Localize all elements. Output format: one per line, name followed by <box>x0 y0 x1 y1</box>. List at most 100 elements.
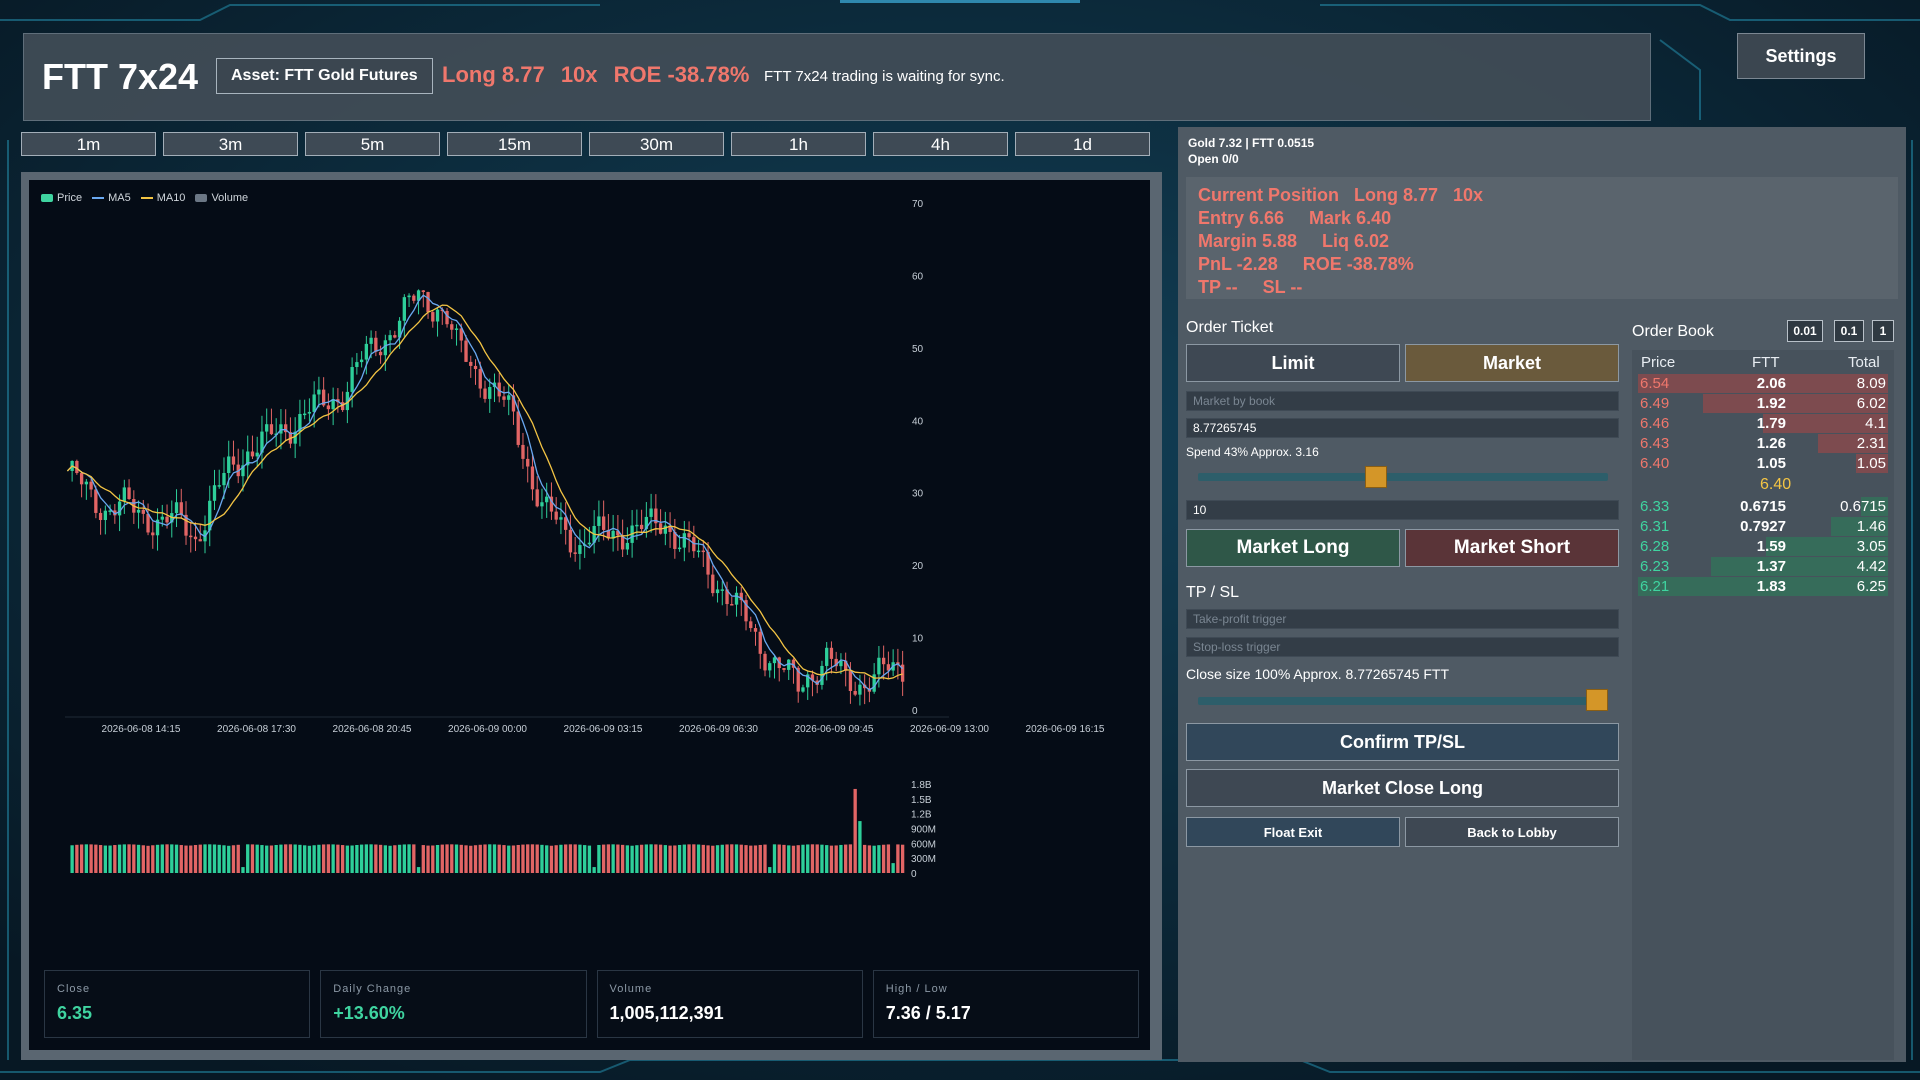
volume-bar <box>317 844 321 873</box>
legend-item-ma10[interactable]: MA10 <box>140 192 185 204</box>
volume-bar <box>165 844 169 873</box>
position-summary: Long 8.77 10x ROE -38.78% <box>442 62 759 88</box>
timeframe-30m-button[interactable]: 30m <box>589 132 724 156</box>
candle-body <box>364 343 369 360</box>
close-size-slider-track[interactable] <box>1198 697 1608 705</box>
legend-swatch <box>140 197 153 199</box>
volume-bar <box>364 844 369 873</box>
volume-bar <box>853 788 857 873</box>
order-book-total: 1.05 <box>1856 455 1886 472</box>
spend-slider-handle[interactable] <box>1364 466 1387 488</box>
order-book-ask-row[interactable]: 6.43 1.26 2.31 <box>1638 434 1888 453</box>
volume-bar <box>787 845 791 873</box>
volume-bar <box>526 844 530 873</box>
asset-selector-button[interactable]: Asset: FTT Gold Futures <box>216 58 433 94</box>
order-book-col-qty: FTT <box>1752 354 1780 371</box>
volume-bar <box>616 844 620 873</box>
volume-bar <box>454 844 459 873</box>
order-book-ask-row[interactable]: 6.54 2.06 8.09 <box>1638 374 1888 393</box>
legend-item-price[interactable]: Price <box>41 192 82 204</box>
legend-item-ma5[interactable]: MA5 <box>92 192 131 204</box>
order-book-price: 6.28 <box>1640 538 1670 555</box>
order-book-ask-row[interactable]: 6.46 1.79 4.1 <box>1638 414 1888 433</box>
leverage-input[interactable]: 10 <box>1186 500 1619 520</box>
legend-item-volume[interactable]: Volume <box>195 192 248 204</box>
quantity-input[interactable]: 8.77265745 <box>1186 418 1619 438</box>
order-book-price: 6.49 <box>1640 395 1670 412</box>
candle-body <box>146 513 150 533</box>
order-book-total: 8.09 <box>1856 375 1886 392</box>
candle-body <box>625 542 630 550</box>
candle-body <box>160 516 164 520</box>
volume-bar <box>132 844 136 873</box>
order-book-bid-row[interactable]: 6.31 0.7927 1.46 <box>1638 517 1888 536</box>
settings-button[interactable]: Settings <box>1737 33 1865 79</box>
order-book-ask-row[interactable]: 6.49 1.92 6.02 <box>1638 394 1888 413</box>
market-short-button[interactable]: Market Short <box>1405 529 1619 567</box>
timeframe-4h-button[interactable]: 4h <box>873 132 1008 156</box>
volume-bar <box>806 844 810 873</box>
candle-body <box>568 529 573 553</box>
candle-body <box>696 550 701 553</box>
timeframe-bar: 1m 3m 5m 15m 30m 1h 4h 1d <box>21 132 1150 156</box>
x-tick-label: 2026-06-09 00:00 <box>448 724 527 735</box>
market-order-tab[interactable]: Market <box>1405 344 1619 382</box>
candle-body <box>250 451 255 457</box>
spend-slider-track[interactable] <box>1198 473 1608 481</box>
tick-step-1-button[interactable]: 1 <box>1872 320 1894 342</box>
volume-bar <box>212 844 217 873</box>
candle-body <box>359 359 364 363</box>
timeframe-5m-button[interactable]: 5m <box>305 132 440 156</box>
timeframe-1h-button[interactable]: 1h <box>731 132 866 156</box>
volume-bar <box>89 844 93 873</box>
timeframe-1m-button[interactable]: 1m <box>21 132 156 156</box>
volume-bar <box>250 844 255 873</box>
timeframe-15m-button[interactable]: 15m <box>447 132 582 156</box>
position-card: Current Position Long 8.77 10x Entry 6.6… <box>1186 177 1898 299</box>
volume-bar <box>791 845 796 873</box>
confirm-tpsl-button[interactable]: Confirm TP/SL <box>1186 723 1619 761</box>
order-book-bid-row[interactable]: 6.33 0.6715 0.6715 <box>1638 497 1888 516</box>
order-book-mid-price: 6.40 <box>1760 476 1792 493</box>
candle-body <box>117 501 122 516</box>
order-book-bid-row[interactable]: 6.21 1.83 6.25 <box>1638 577 1888 596</box>
candle-body <box>127 487 131 500</box>
market-close-long-button[interactable]: Market Close Long <box>1186 769 1619 807</box>
tick-step-0.01-button[interactable]: 0.01 <box>1787 320 1823 342</box>
volume-bar <box>545 845 549 873</box>
order-book-total: 6.25 <box>1856 578 1886 595</box>
close-size-slider-handle[interactable] <box>1586 689 1608 711</box>
volume-bar <box>696 844 701 873</box>
order-book-qty: 1.37 <box>1756 558 1786 575</box>
volume-bar <box>402 844 406 873</box>
order-book-bid-row[interactable]: 6.23 1.37 4.42 <box>1638 557 1888 576</box>
order-book-bid-row[interactable]: 6.28 1.59 3.05 <box>1638 537 1888 556</box>
stop-loss-input[interactable]: Stop-loss trigger <box>1186 637 1619 657</box>
order-book-qty: 1.26 <box>1756 435 1786 452</box>
volume-bar <box>198 844 202 873</box>
volume-bar <box>70 845 74 873</box>
volume-bar <box>601 844 606 873</box>
timeframe-3m-button[interactable]: 3m <box>163 132 298 156</box>
order-book-ask-row[interactable]: 6.40 1.05 1.05 <box>1638 454 1888 473</box>
candle-body <box>521 444 525 459</box>
candle-body <box>763 653 767 671</box>
market-long-button[interactable]: Market Long <box>1186 529 1400 567</box>
take-profit-input[interactable]: Take-profit trigger <box>1186 609 1619 629</box>
candle-body <box>312 394 316 412</box>
price-chart[interactable]: 0 10 20 30 40 50 60 70 2026-06-08 14:15 2026-06-0… <box>29 180 1150 960</box>
volume-bar <box>801 844 805 873</box>
volume-bar <box>388 845 392 873</box>
volume-bar <box>810 844 815 873</box>
tick-step-0.1-button[interactable]: 0.1 <box>1834 320 1864 342</box>
volume-bar <box>431 845 435 873</box>
volume-bar <box>583 845 587 873</box>
volume-bar <box>900 844 905 873</box>
y-tick-label: 70 <box>912 199 924 210</box>
price-input[interactable]: Market by book <box>1186 391 1619 411</box>
float-exit-button[interactable]: Float Exit <box>1186 817 1400 847</box>
back-to-lobby-button[interactable]: Back to Lobby <box>1405 817 1619 847</box>
y-tick-label: 60 <box>912 271 924 282</box>
limit-order-tab[interactable]: Limit <box>1186 344 1400 382</box>
timeframe-1d-button[interactable]: 1d <box>1015 132 1150 156</box>
